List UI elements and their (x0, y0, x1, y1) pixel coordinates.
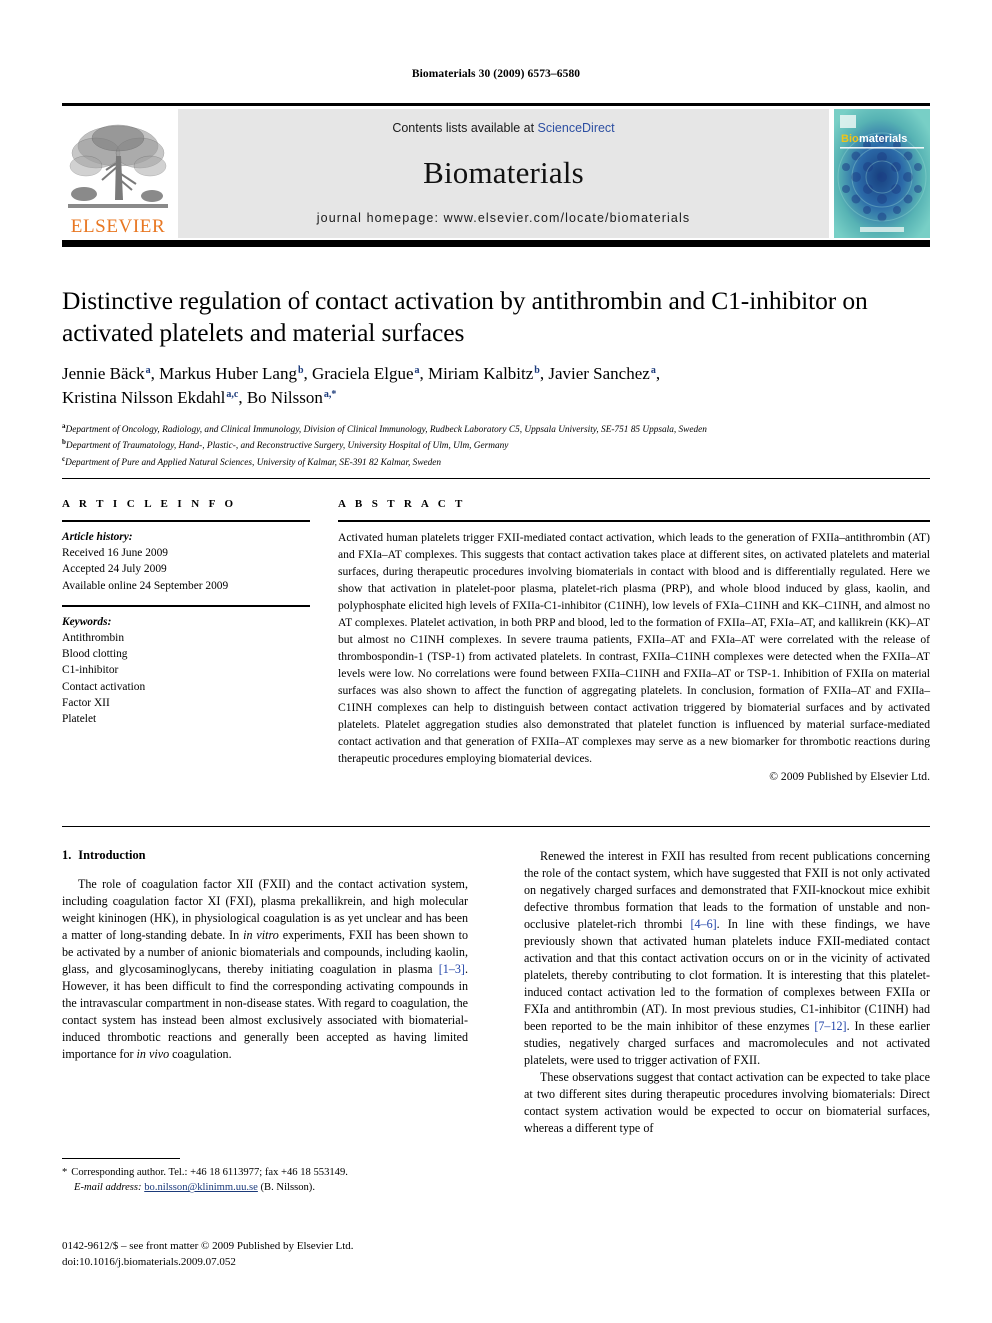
title-block: Distinctive regulation of contact activa… (62, 285, 930, 471)
author-name: Graciela Elgue (312, 364, 414, 384)
svg-text:Bio: Bio (841, 133, 859, 145)
abstract-rule (338, 520, 930, 522)
keyword-item: Blood clotting (62, 648, 128, 661)
history-item: Accepted 24 July 2009 (62, 563, 167, 576)
imprint-block: 0142-9612/$ – see front matter © 2009 Pu… (62, 1239, 492, 1271)
asterisk-icon: * (62, 1167, 68, 1178)
elsevier-tree-icon (66, 120, 170, 216)
email-link[interactable]: bo.nilsson@klinimm.uu.se (144, 1182, 258, 1193)
keywords-rule (62, 604, 310, 607)
affiliation-item: aDepartment of Oncology, Radiology, and … (62, 421, 930, 438)
author-affil-mark: a (145, 364, 151, 376)
intro-p2-part-b: . In line with these findings, we have p… (524, 916, 930, 1033)
page-title: Distinctive regulation of contact activa… (62, 286, 868, 348)
author-name: Bo Nilsson (246, 388, 323, 408)
keyword-item: Factor XII (62, 696, 110, 709)
keyword-item: Platelet (62, 712, 97, 725)
article-info-label: A R T I C L E I N F O (62, 498, 237, 510)
abstract-panel: A B S T R A C T Activated human platelet… (338, 498, 930, 783)
author-name: Javier Sanchez (548, 364, 650, 384)
keyword-item: C1-inhibitor (62, 664, 119, 677)
paper-page: Biomaterials 30 (2009) 6573–6580 ELSEVIE… (0, 0, 992, 1323)
intro-p1-part-d: coagulation. (169, 1046, 232, 1061)
intro-paragraph-2: Renewed the interest in FXII has resulte… (524, 848, 930, 1069)
journal-band: Contents lists available at ScienceDirec… (178, 109, 829, 238)
affiliation-item: bDepartment of Traumatology, Hand-, Plas… (62, 437, 930, 454)
abstract-copyright: © 2009 Published by Elsevier Ltd. (769, 769, 930, 783)
section-number: 1. (62, 848, 72, 862)
masthead-bottom-rule (62, 240, 930, 247)
sciencedirect-link[interactable]: ScienceDirect (538, 121, 615, 135)
info-top-rule (62, 478, 930, 479)
author-name: Kristina Nilsson Ekdahl (62, 388, 226, 408)
issn-front-matter: 0142-9612/$ – see front matter © 2009 Pu… (62, 1240, 354, 1252)
abstract-text: Activated human platelets trigger FXII-m… (338, 531, 930, 765)
author-line-2: Kristina Nilsson Ekdahla,c, Bo Nilssona,… (62, 388, 337, 408)
intro-paragraph-3: These observations suggest that contact … (524, 1069, 930, 1135)
article-history-label: Article history: (62, 531, 133, 543)
section-heading-introduction: 1. Introduction (62, 848, 468, 863)
body-column-left: 1. Introduction The role of coagulation f… (62, 848, 468, 1063)
body-column-right: Renewed the interest in FXII has resulte… (524, 848, 930, 1137)
elsevier-logo: ELSEVIER (62, 109, 174, 238)
history-item: Available online 24 September 2009 (62, 579, 229, 592)
intro-p1-italic-2: in vivo (136, 1046, 170, 1061)
corresponding-text: Corresponding author. Tel.: +46 18 61139… (71, 1167, 348, 1178)
affiliations: aDepartment of Oncology, Radiology, and … (62, 421, 930, 472)
abstract-bottom-rule (62, 826, 930, 827)
contents-prefix: Contents lists available at (392, 121, 538, 135)
doi-line: doi:10.1016/j.biomaterials.2009.07.052 (62, 1255, 236, 1268)
intro-p1-part-c: . However, it has been difficult to find… (62, 961, 468, 1061)
svg-text:materials: materials (859, 133, 907, 145)
keywords-label: Keywords: (62, 615, 112, 628)
author-affil-mark: a (650, 364, 656, 376)
author-name: Jennie Bäck (62, 364, 145, 384)
citation-ref-4-6[interactable]: [4–6] (690, 917, 716, 931)
affiliation-item: cDepartment of Pure and Applied Natural … (62, 454, 930, 471)
intro-p1-italic: in vitro (243, 927, 279, 942)
affiliation-text: Department of Pure and Applied Natural S… (65, 458, 442, 469)
article-info-panel: A R T I C L E I N F O Article history: R… (62, 498, 310, 727)
section-title: Introduction (78, 848, 146, 862)
keyword-item: Antithrombin (62, 631, 125, 644)
email-owner: (B. Nilsson). (260, 1182, 315, 1194)
elsevier-wordmark: ELSEVIER (70, 216, 166, 237)
footnote-rule (62, 1158, 180, 1159)
masthead-top-rule (62, 103, 930, 106)
author-line-1: Jennie Bäcka, Markus Huber Langb, Gracie… (62, 364, 661, 384)
affiliation-text: Department of Oncology, Radiology, and C… (65, 424, 707, 435)
keyword-item: Contact activation (62, 680, 146, 693)
intro-paragraph-1: The role of coagulation factor XII (FXII… (62, 876, 468, 1063)
author-affil-mark: a,* (323, 388, 337, 400)
journal-masthead: ELSEVIER Contents lists available at Sci… (62, 103, 930, 238)
article-history: Article history: Received 16 June 2009 A… (62, 529, 310, 594)
author-affil-mark: b (534, 364, 540, 376)
author-affil-mark: a (414, 364, 420, 376)
citation-ref-7-12[interactable]: [7–12] (814, 1019, 846, 1033)
journal-homepage-link[interactable]: journal homepage: www.elsevier.com/locat… (317, 211, 690, 225)
corresponding-author-footnote: * Corresponding author. Tel.: +46 18 6113… (62, 1158, 468, 1196)
email-label: E-mail address: (74, 1182, 142, 1194)
journal-title: Biomaterials (423, 155, 584, 190)
author-list: Jennie Bäcka, Markus Huber Langb, Gracie… (62, 362, 930, 410)
article-info-rule (62, 520, 310, 522)
abstract-label: A B S T R A C T (338, 498, 466, 510)
affiliation-text: Department of Traumatology, Hand-, Plast… (65, 441, 509, 452)
keywords-block: Keywords: Antithrombin Blood clotting C1… (62, 614, 310, 727)
author-name: Miriam Kalbitz (428, 364, 534, 384)
journal-cover-thumbnail: Bio materials (834, 109, 930, 238)
citation-ref-1-3[interactable]: [1–3] (439, 962, 465, 976)
author-affil-mark: b (297, 364, 304, 376)
footnote-email-line: E-mail address: bo.nilsson@klinimm.uu.se… (62, 1180, 468, 1195)
running-head: Biomaterials 30 (2009) 6573–6580 (411, 68, 581, 80)
contents-available-line: Contents lists available at ScienceDirec… (392, 121, 614, 135)
footnote-corresponding-line: * Corresponding author. Tel.: +46 18 6113… (62, 1165, 468, 1180)
history-item: Received 16 June 2009 (62, 547, 168, 560)
author-name: Markus Huber Lang (159, 364, 297, 384)
author-affil-mark: a,c (226, 388, 239, 400)
